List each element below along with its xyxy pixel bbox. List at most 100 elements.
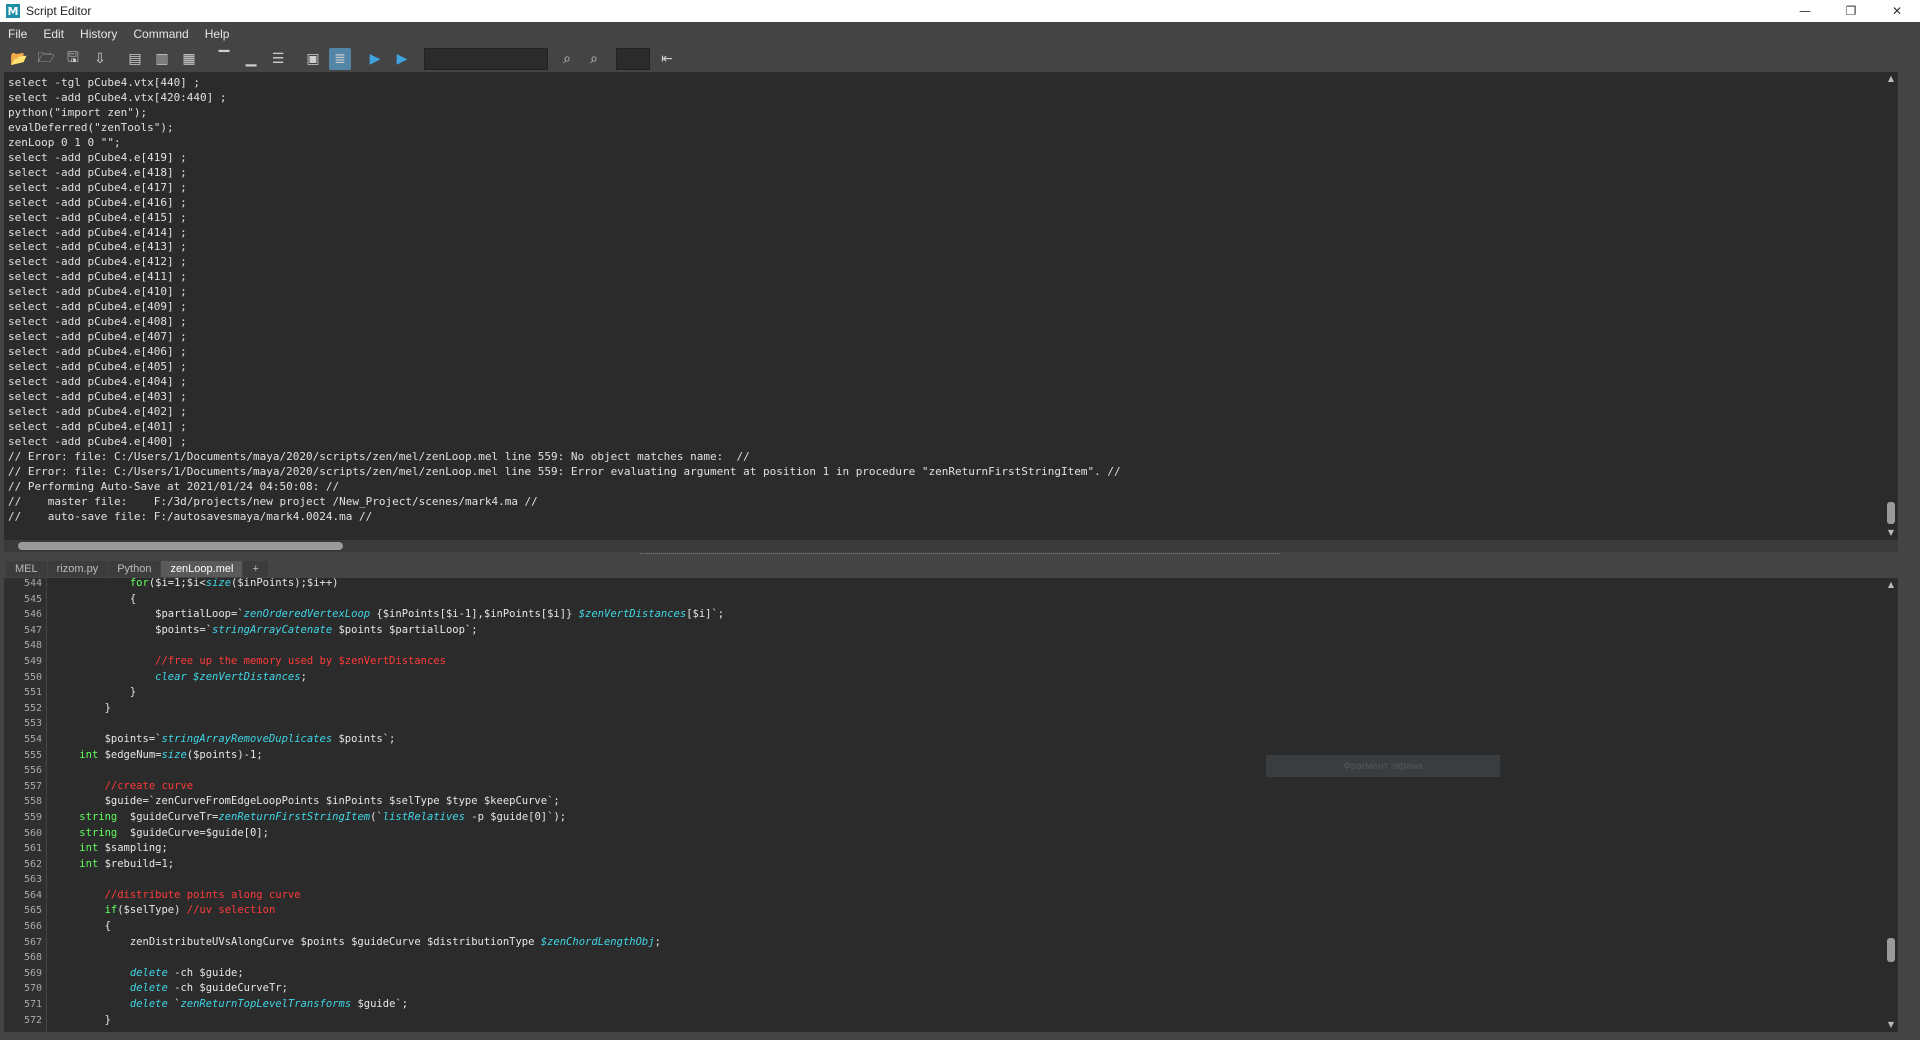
history-line: // auto-save file: F:/autosavesmaya/mark…: [8, 509, 373, 523]
code-token: ($i=1;$i<: [148, 578, 206, 589]
history-scroll-thumb[interactable]: [1887, 502, 1895, 524]
history-line: select -add pCube4.e[418] ;: [8, 165, 187, 179]
history-line: select -add pCube4.e[419] ;: [8, 150, 187, 164]
code-token: //create curve: [104, 779, 194, 792]
code-token: delete: [129, 982, 168, 995]
clear-input-icon[interactable]: ▥: [151, 48, 173, 70]
title-bar: M Script Editor — ❐ ✕: [0, 0, 1920, 22]
code-line: }: [54, 1013, 724, 1029]
code-token: $rebuild=1;: [98, 857, 175, 870]
code-line: $points=`stringArrayRemoveDuplicates $po…: [54, 732, 724, 748]
open-script-icon[interactable]: 📂: [8, 48, 30, 70]
menu-history[interactable]: History: [72, 27, 125, 41]
close-button[interactable]: ✕: [1874, 0, 1920, 22]
history-line: select -add pCube4.e[412] ;: [8, 255, 187, 269]
execute-all-icon[interactable]: ▶: [364, 48, 386, 70]
history-line: select -add pCube4.e[411] ;: [8, 270, 187, 284]
code-line: int $sampling;: [54, 841, 724, 857]
history-line: zenLoop 0 1 0 "";: [8, 135, 121, 149]
code-token: delete: [129, 966, 168, 979]
history-pane[interactable]: select -tgl pCube4.vtx[440] ; select -add…: [4, 72, 1898, 540]
menu-command[interactable]: Command: [125, 27, 196, 41]
clear-all-icon[interactable]: ▦: [178, 48, 200, 70]
history-vertical-scrollbar[interactable]: ▲ ▼: [1884, 72, 1898, 540]
execute-icon[interactable]: ▶: [391, 48, 413, 70]
menu-help[interactable]: Help: [197, 27, 238, 41]
add-tab-button[interactable]: +: [243, 561, 268, 577]
tab-python[interactable]: Python: [108, 561, 161, 577]
small-input-field[interactable]: [616, 48, 650, 70]
tab-zenloop-mel[interactable]: zenLoop.mel: [161, 561, 243, 577]
code-line: //free up the memory used by $zenVertDis…: [54, 654, 724, 670]
code-token: $zenChordLengthObj: [540, 935, 655, 948]
window-controls: — ❐ ✕: [1782, 0, 1920, 22]
history-line: evalDeferred("zenTools");: [8, 120, 174, 134]
code-line: for($i=1;$i<size($inPoints);$i++): [54, 578, 724, 592]
source-script-icon[interactable]: 🗁: [35, 48, 57, 70]
show-history-icon[interactable]: ▔: [213, 48, 235, 70]
code-token: {: [54, 920, 111, 933]
save-script-icon[interactable]: 🖫: [62, 48, 84, 70]
minimize-button[interactable]: —: [1782, 0, 1828, 22]
pane-splitter[interactable]: [640, 553, 1280, 556]
editor-vertical-scrollbar[interactable]: ▲ ▼: [1884, 578, 1898, 1032]
history-line: // Error: file: C:/Users/1/Documents/may…: [8, 464, 1121, 478]
indent-icon[interactable]: ⇤: [656, 48, 678, 70]
scroll-up-icon[interactable]: ▲: [1884, 72, 1898, 84]
search-next-icon[interactable]: ⌕: [556, 48, 578, 70]
show-input-icon[interactable]: ▁: [240, 48, 262, 70]
clear-history-icon[interactable]: ▤: [124, 48, 146, 70]
line-number: 553: [23, 718, 42, 730]
code-line: //distribute points along curve: [54, 888, 724, 904]
code-token: $zenVertDistances: [193, 670, 301, 683]
code-editor[interactable]: for($i=1;$i<size($inPoints);$i++) { $par…: [54, 578, 724, 1028]
menu-bar: File Edit History Command Help: [0, 22, 1920, 46]
code-token: ($selType): [117, 904, 187, 917]
history-hscroll-thumb[interactable]: [18, 542, 343, 550]
code-token: int: [79, 842, 99, 855]
scroll-down-icon[interactable]: ▼: [1884, 1018, 1898, 1030]
line-number: 550: [23, 671, 42, 683]
code-token: zenReturnFirstStringItem: [218, 810, 371, 823]
code-token: zenDistributeUVsAlongCurve $points $guid…: [54, 935, 541, 948]
code-line: zenDistributeUVsAlongCurve $points $guid…: [54, 935, 724, 951]
menu-file[interactable]: File: [0, 27, 35, 41]
history-line: select -tgl pCube4.vtx[440] ;: [8, 76, 201, 89]
history-line: // Error: file: C:/Users/1/Documents/may…: [8, 449, 750, 463]
scroll-down-icon[interactable]: ▼: [1884, 526, 1898, 538]
history-line: select -add pCube4.e[408] ;: [8, 315, 187, 329]
search-input[interactable]: [424, 48, 548, 70]
history-output: select -tgl pCube4.vtx[440] ; select -add…: [8, 76, 1121, 525]
tab-rizom-py[interactable]: rizom.py: [47, 561, 108, 577]
code-token: $guideCurveTr=: [117, 810, 219, 823]
code-token: }: [54, 686, 137, 699]
menu-edit[interactable]: Edit: [35, 27, 72, 41]
code-token: -ch $guide;: [167, 966, 244, 979]
code-token: clear: [155, 670, 187, 683]
save-to-shelf-icon[interactable]: ⇩: [89, 48, 111, 70]
line-number: 570: [23, 983, 42, 995]
show-both-icon[interactable]: ☰: [267, 48, 289, 70]
echo-all-commands-icon[interactable]: ▣: [302, 48, 324, 70]
scroll-up-icon[interactable]: ▲: [1884, 578, 1898, 590]
editor-scroll-thumb[interactable]: [1887, 938, 1895, 962]
code-line: {: [54, 592, 724, 608]
search-prev-icon[interactable]: ⌕: [583, 48, 605, 70]
code-line: delete `zenReturnTopLevelTransforms $gui…: [54, 997, 724, 1013]
code-token: //free up the memory used by $zenVertDis…: [155, 654, 446, 667]
code-token: [$i]`;: [686, 608, 725, 621]
tab-mel[interactable]: MEL: [6, 561, 47, 577]
line-numbers-icon[interactable]: ≣: [329, 48, 351, 70]
history-horizontal-scrollbar[interactable]: [4, 540, 1898, 552]
script-input-pane[interactable]: 544 545 546 547 548 549 550 551 552 553 554 555 556 5…: [4, 578, 1898, 1032]
code-token: stringArrayCatenate: [212, 623, 333, 636]
restore-button[interactable]: ❐: [1828, 0, 1874, 22]
